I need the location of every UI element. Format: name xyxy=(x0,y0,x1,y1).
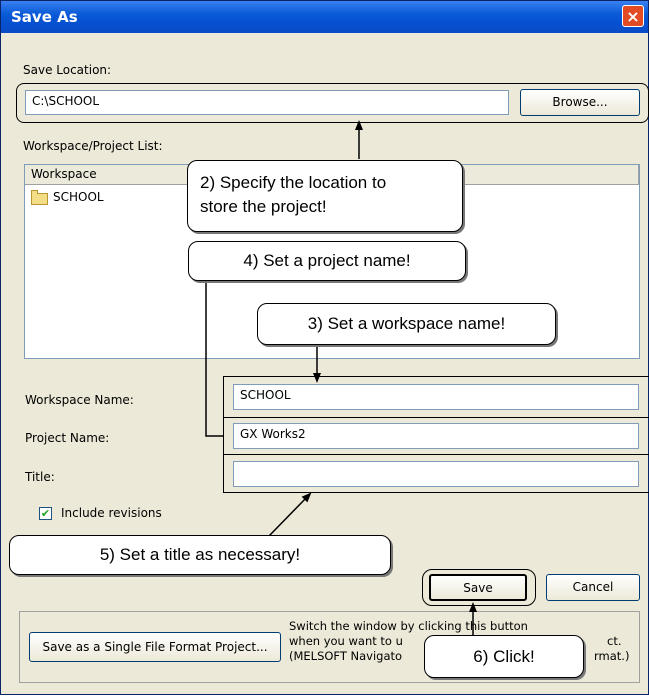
callout-location: 2) Specify the location to store the pro… xyxy=(187,160,463,232)
callout-location-line2: store the project! xyxy=(200,197,327,216)
save-as-dialog: Save As × Save Location: C:\SCHOOL Brows… xyxy=(0,0,649,695)
callout-project: 4) Set a project name! xyxy=(188,241,466,281)
annotation-arrows xyxy=(205,120,477,646)
callout-title: 5) Set a title as necessary! xyxy=(9,535,391,575)
arrow-to-title xyxy=(268,492,312,537)
callout-location-line1: 2) Specify the location to xyxy=(200,173,387,192)
line-to-project xyxy=(205,281,223,437)
callout-click: 6) Click! xyxy=(424,635,584,678)
callout-workspace: 3) Set a workspace name! xyxy=(257,303,556,345)
